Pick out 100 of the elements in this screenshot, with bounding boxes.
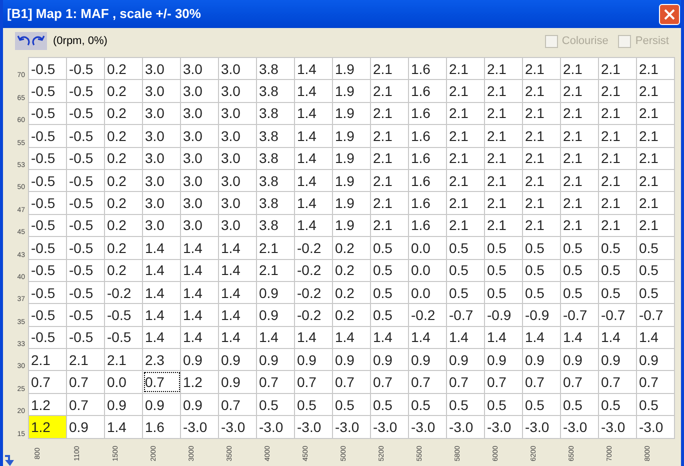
table-cell[interactable]: 1.4: [294, 102, 332, 125]
table-cell[interactable]: 0.5: [522, 236, 560, 260]
table-cell[interactable]: -0.2: [294, 236, 332, 260]
table-cell[interactable]: 2.1: [370, 214, 408, 237]
table-cell[interactable]: 3.0: [180, 214, 218, 237]
table-cell[interactable]: 0.7: [636, 370, 674, 394]
table-cell[interactable]: 0.9: [256, 304, 294, 326]
table-cell[interactable]: -0.5: [104, 326, 142, 349]
table-cell[interactable]: 1.4: [598, 326, 636, 349]
table-cell[interactable]: 2.1: [560, 58, 598, 80]
table-cell[interactable]: 2.1: [484, 147, 522, 170]
table-cell[interactable]: 2.1: [522, 192, 560, 214]
table-cell[interactable]: 0.5: [636, 393, 674, 416]
table-cell[interactable]: 1.6: [408, 169, 446, 192]
table-cell[interactable]: 3.0: [180, 80, 218, 102]
table-cell[interactable]: 0.5: [522, 393, 560, 416]
table-cell[interactable]: 0.5: [560, 259, 598, 282]
table-cell[interactable]: 1.4: [294, 326, 332, 349]
table-cell[interactable]: 0.5: [636, 281, 674, 304]
table-cell[interactable]: 1.4: [180, 259, 218, 282]
table-cell[interactable]: 1.4: [294, 214, 332, 237]
table-cell[interactable]: -0.5: [66, 259, 104, 282]
table-cell[interactable]: 3.0: [180, 147, 218, 170]
table-cell[interactable]: 2.1: [370, 192, 408, 214]
table-cell[interactable]: 2.1: [522, 124, 560, 148]
table-cell[interactable]: 3.8: [256, 102, 294, 125]
table-cell[interactable]: -0.5: [28, 214, 66, 237]
table-cell[interactable]: -0.5: [66, 236, 104, 260]
table-cell[interactable]: 0.9: [142, 393, 180, 416]
table-cell[interactable]: 0.5: [522, 259, 560, 282]
table-cell[interactable]: 0.9: [218, 348, 256, 371]
table-cell[interactable]: 0.7: [66, 370, 104, 394]
table-cell[interactable]: -0.5: [28, 326, 66, 349]
table-cell[interactable]: 0.7: [484, 370, 522, 394]
table-cell[interactable]: -0.5: [66, 102, 104, 125]
table-cell[interactable]: 2.1: [522, 169, 560, 192]
table-cell[interactable]: 1.9: [332, 58, 370, 80]
table-cell[interactable]: 2.1: [560, 169, 598, 192]
table-cell[interactable]: 0.7: [218, 393, 256, 416]
table-cell[interactable]: 3.0: [218, 169, 256, 192]
table-cell[interactable]: 0.2: [104, 236, 142, 260]
table-cell[interactable]: 0.5: [370, 259, 408, 282]
table-cell[interactable]: 0.2: [104, 58, 142, 80]
table-cell[interactable]: 0.5: [598, 259, 636, 282]
table-cell[interactable]: 0.5: [446, 259, 484, 282]
table-cell[interactable]: 2.1: [446, 169, 484, 192]
table-cell[interactable]: 3.0: [218, 58, 256, 80]
table-cell[interactable]: 2.1: [636, 147, 674, 170]
table-cell[interactable]: -3.0: [332, 416, 370, 438]
table-cell[interactable]: -0.5: [66, 169, 104, 192]
table-cell[interactable]: 2.1: [522, 102, 560, 125]
table-cell[interactable]: 3.0: [218, 124, 256, 148]
table-cell[interactable]: 3.0: [142, 192, 180, 214]
table-cell[interactable]: -3.0: [560, 416, 598, 438]
table-cell[interactable]: 0.5: [446, 393, 484, 416]
table-cell[interactable]: -0.9: [522, 304, 560, 326]
table-cell[interactable]: 1.4: [294, 80, 332, 102]
table-cell[interactable]: 2.1: [636, 102, 674, 125]
table-cell[interactable]: -3.0: [294, 416, 332, 438]
table-cell[interactable]: 2.1: [446, 80, 484, 102]
table-cell[interactable]: 0.7: [294, 370, 332, 394]
table-cell[interactable]: -3.0: [370, 416, 408, 438]
table-cell[interactable]: 2.1: [446, 192, 484, 214]
table-cell[interactable]: 3.0: [218, 80, 256, 102]
table-cell[interactable]: 0.5: [446, 281, 484, 304]
table-cell[interactable]: 2.1: [484, 214, 522, 237]
table-cell[interactable]: 1.4: [180, 281, 218, 304]
table-cell[interactable]: 2.1: [370, 102, 408, 125]
table-cell[interactable]: -0.5: [104, 304, 142, 326]
table-cell[interactable]: 1.9: [332, 214, 370, 237]
table-cell[interactable]: -0.5: [28, 102, 66, 125]
table-cell[interactable]: -0.7: [636, 304, 674, 326]
table-cell[interactable]: -0.5: [66, 326, 104, 349]
table-cell[interactable]: 3.8: [256, 124, 294, 148]
table-cell[interactable]: 2.1: [370, 80, 408, 102]
table-cell[interactable]: 2.1: [598, 147, 636, 170]
table-cell[interactable]: 2.1: [560, 192, 598, 214]
table-cell[interactable]: -3.0: [446, 416, 484, 438]
table-cell[interactable]: -0.2: [408, 304, 446, 326]
table-cell[interactable]: 0.5: [484, 281, 522, 304]
table-cell[interactable]: 2.1: [256, 236, 294, 260]
table-cell[interactable]: 1.4: [332, 326, 370, 349]
table-cell[interactable]: 3.0: [218, 214, 256, 237]
table-cell[interactable]: 0.5: [446, 236, 484, 260]
table-cell[interactable]: 0.7: [598, 370, 636, 394]
table-cell[interactable]: -0.5: [66, 147, 104, 170]
table-cell[interactable]: -0.5: [66, 80, 104, 102]
table-cell[interactable]: 2.1: [560, 147, 598, 170]
table-cell[interactable]: 0.7: [142, 370, 180, 394]
table-cell[interactable]: -3.0: [598, 416, 636, 438]
table-cell[interactable]: 1.6: [408, 58, 446, 80]
table-cell[interactable]: 1.4: [560, 326, 598, 349]
table-cell[interactable]: 0.2: [104, 192, 142, 214]
table-cell[interactable]: 2.1: [484, 124, 522, 148]
table-cell[interactable]: 1.6: [142, 416, 180, 438]
table-cell[interactable]: 0.2: [104, 124, 142, 148]
table-cell[interactable]: 0.2: [104, 80, 142, 102]
table-cell[interactable]: 0.9: [256, 348, 294, 371]
table-cell[interactable]: 0.5: [408, 393, 446, 416]
table-cell[interactable]: 3.0: [142, 214, 180, 237]
